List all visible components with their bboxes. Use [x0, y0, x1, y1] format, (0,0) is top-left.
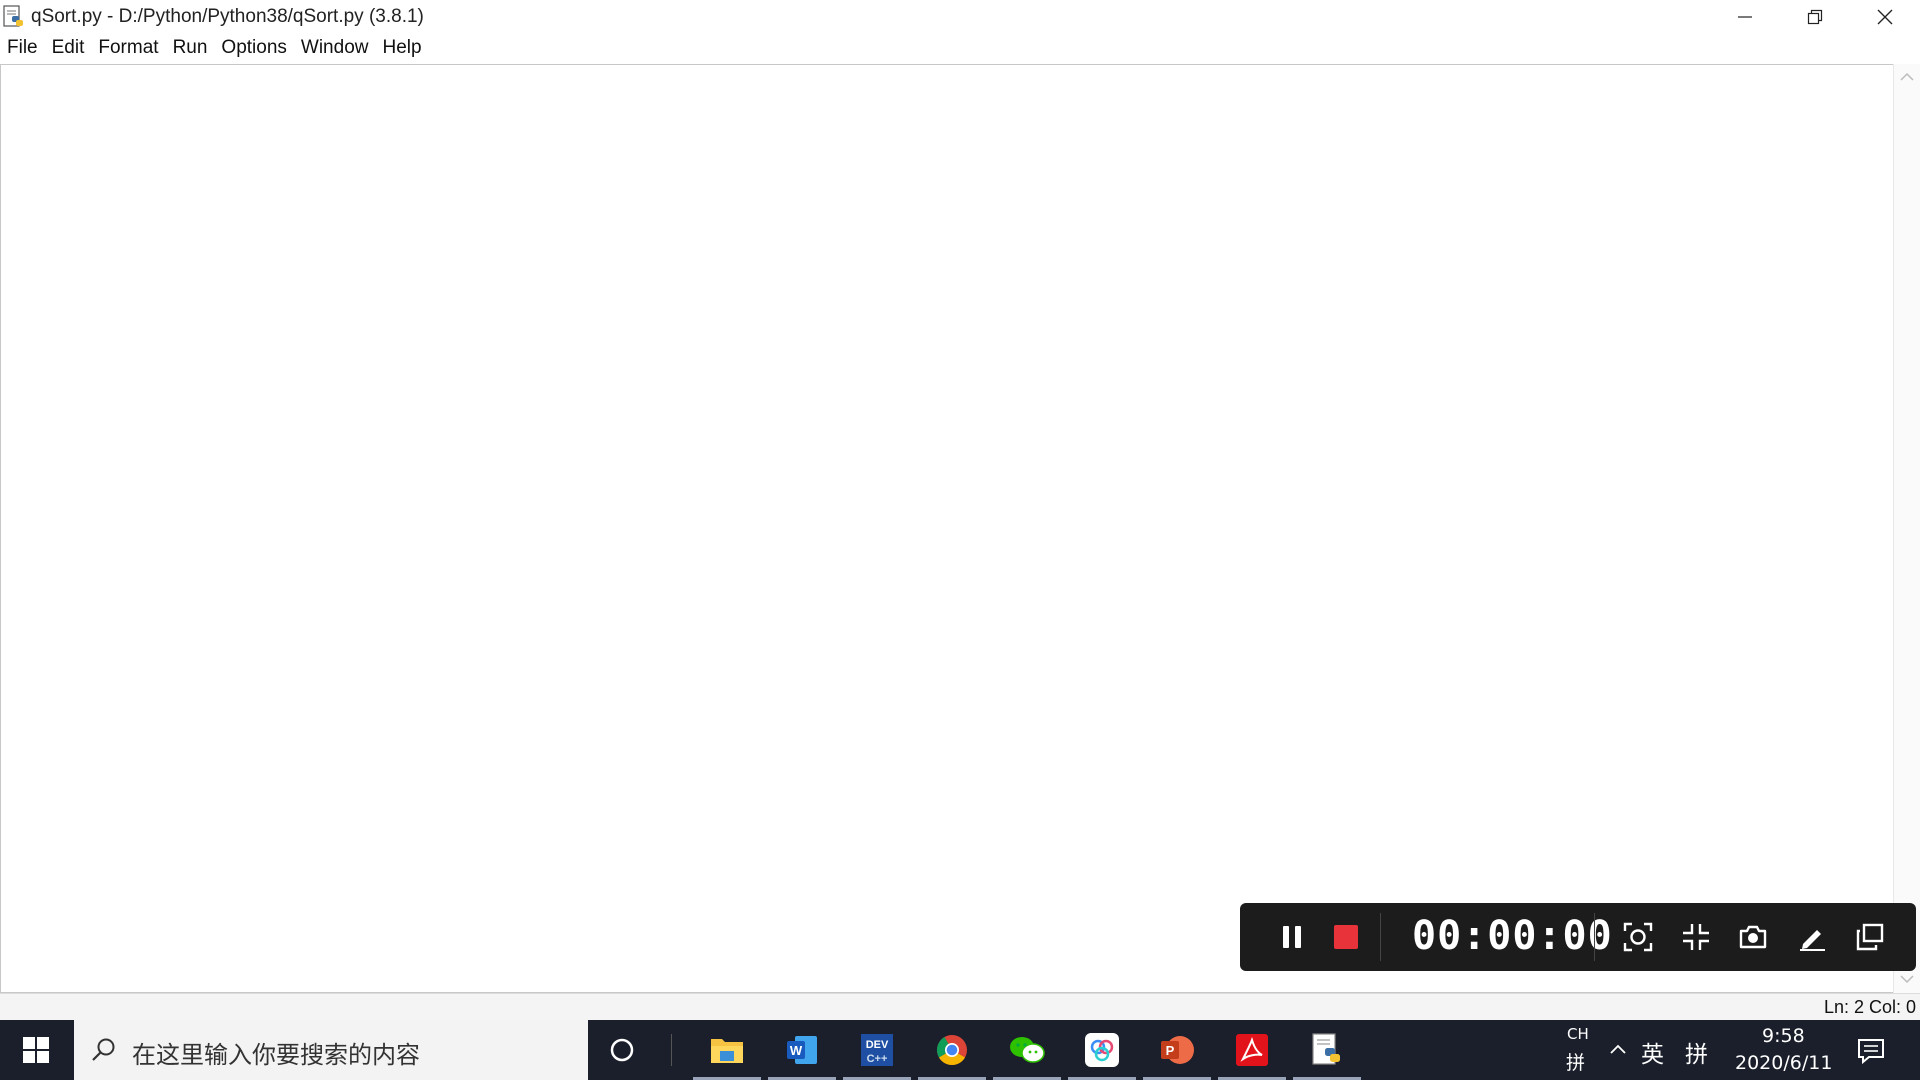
devcpp-icon: DEV C++ [861, 1034, 893, 1066]
vertical-scrollbar[interactable] [1893, 64, 1920, 993]
word-icon: W [787, 1036, 817, 1064]
python-idle-icon [1312, 1033, 1340, 1065]
menu-file[interactable]: File [0, 37, 45, 59]
recorder-divider [1380, 913, 1381, 961]
screen-recorder-toolbar: 00:00:00 [1240, 903, 1916, 971]
pause-button[interactable] [1274, 919, 1310, 955]
stop-icon [1334, 925, 1358, 949]
minimize-button[interactable] [1710, 0, 1780, 33]
start-button[interactable] [0, 1020, 72, 1080]
svg-text:C++: C++ [867, 1053, 888, 1065]
acrobat-icon [1236, 1034, 1268, 1066]
status-bar: Ln: 2 Col: 0 [0, 993, 1920, 1021]
windows-logo-icon [23, 1037, 49, 1063]
restore-icon [1807, 9, 1823, 24]
baidu-netdisk-icon [1085, 1033, 1119, 1067]
taskbar-word[interactable]: W [765, 1020, 839, 1080]
minimize-icon [1738, 15, 1752, 18]
taskbar-python-idle[interactable] [1290, 1020, 1364, 1080]
window-icon [1856, 923, 1884, 951]
code-editor[interactable] [0, 64, 1893, 993]
tray-expand-icon[interactable] [1609, 1042, 1627, 1056]
pen-icon [1800, 930, 1825, 951]
svg-text:P: P [1166, 1043, 1175, 1058]
ime-layout-indicator[interactable]: 拼 [1685, 1035, 1708, 1069]
annotate-button[interactable] [1794, 919, 1830, 955]
clock-time[interactable]: 9:58 [1762, 1025, 1805, 1047]
scroll-down-icon[interactable] [1900, 974, 1914, 984]
taskbar-divider [671, 1034, 672, 1066]
notification-center-icon[interactable] [1857, 1038, 1885, 1064]
restore-button[interactable] [1780, 0, 1850, 33]
search-icon [92, 1038, 115, 1061]
language-indicator-bottom[interactable]: 拼 [1566, 1048, 1585, 1075]
svg-text:DEV: DEV [866, 1039, 889, 1051]
taskbar-chrome[interactable] [915, 1020, 989, 1080]
title-bar: qSort.py - D:/Python/Python38/qSort.py (… [0, 0, 1920, 33]
shrink-button[interactable] [1678, 919, 1714, 955]
cursor-position: Ln: 2 Col: 0 [1823, 997, 1916, 1017]
camera-icon [1739, 925, 1767, 949]
language-indicator-top[interactable]: CH [1567, 1025, 1589, 1043]
taskbar-search-box[interactable]: 在这里输入你要搜索的内容 [74, 1020, 588, 1080]
taskbar-baidu-netdisk[interactable] [1065, 1020, 1139, 1080]
screenshot-region-icon [1623, 922, 1653, 952]
menu-window[interactable]: Window [294, 37, 376, 59]
recording-timer: 00:00:00 [1412, 913, 1613, 959]
powerpoint-icon: P [1161, 1036, 1194, 1064]
ime-mode-indicator[interactable]: 英 [1641, 1035, 1664, 1069]
taskbar-devcpp[interactable]: DEV C++ [840, 1020, 914, 1080]
taskbar-acrobat[interactable] [1215, 1020, 1289, 1080]
close-icon [1877, 9, 1893, 24]
menu-help[interactable]: Help [375, 37, 428, 59]
recorder-divider [1594, 913, 1595, 961]
region-capture-button[interactable] [1620, 919, 1656, 955]
pause-icon [1283, 926, 1301, 948]
menu-bar: File Edit Format Run Options Window Help [0, 33, 1920, 63]
chrome-icon [936, 1035, 967, 1066]
window-mode-button[interactable] [1852, 919, 1888, 955]
window-controls [1710, 0, 1920, 33]
menu-run[interactable]: Run [166, 37, 215, 59]
snapshot-button[interactable] [1735, 919, 1771, 955]
svg-text:W: W [790, 1043, 803, 1058]
taskbar-file-explorer[interactable] [690, 1020, 764, 1080]
taskbar-powerpoint[interactable]: P [1140, 1020, 1214, 1080]
cortana-icon[interactable] [606, 1034, 638, 1066]
close-button[interactable] [1850, 0, 1920, 33]
file-explorer-icon [711, 1039, 743, 1063]
menu-format[interactable]: Format [91, 37, 165, 59]
shrink-icon [1683, 924, 1709, 950]
window-title: qSort.py - D:/Python/Python38/qSort.py (… [31, 6, 424, 27]
menu-edit[interactable]: Edit [45, 37, 92, 59]
taskbar: 在这里输入你要搜索的内容 W DEV C++ P CH 拼 英 拼 9:58 2… [0, 1020, 1920, 1080]
stop-button[interactable] [1328, 919, 1364, 955]
wechat-icon [1010, 1037, 1045, 1063]
menu-options[interactable]: Options [214, 37, 293, 59]
search-placeholder: 在这里输入你要搜索的内容 [132, 1041, 420, 1069]
scroll-up-icon[interactable] [1900, 72, 1914, 82]
clock-date[interactable]: 2020/6/11 [1735, 1052, 1832, 1074]
taskbar-wechat[interactable] [990, 1020, 1064, 1080]
python-file-icon [3, 5, 23, 27]
